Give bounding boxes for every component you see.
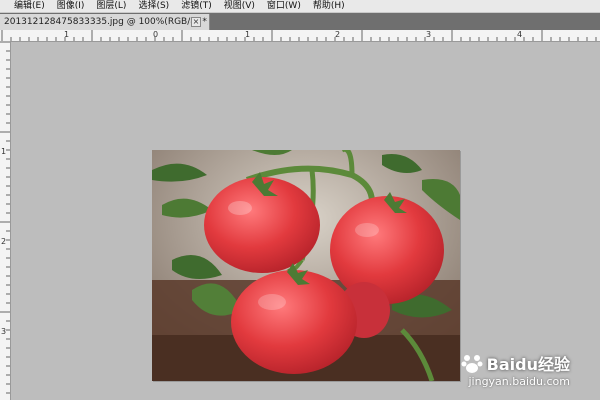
ruler-top-label: 1 [245, 30, 251, 39]
ruler-top-label: 3 [426, 30, 432, 39]
ruler-left-label: 3 [1, 327, 7, 336]
ruler-top-label: 1 [64, 30, 70, 39]
document-tab-title: 201312128475833335.jpg @ 100%(RGB/8) * [4, 17, 207, 27]
ruler-top-ticks [1, 30, 597, 41]
tomato-photo[interactable] [152, 150, 460, 381]
ruler-top-label: 0 [153, 30, 159, 39]
baidu-url: jingyan.baidu.com [468, 375, 570, 388]
menu-image[interactable]: 图像(I) [51, 0, 91, 12]
ruler-left-label: 2 [1, 237, 7, 246]
menu-window[interactable]: 窗口(W) [261, 0, 307, 12]
baidu-paw-icon [461, 355, 483, 373]
menu-help[interactable]: 帮助(H) [307, 0, 351, 12]
ruler-left-ticks [0, 41, 10, 394]
ruler-left[interactable]: 1 2 3 [0, 41, 11, 400]
ruler-top-label: 4 [517, 30, 523, 39]
menu-filter[interactable]: 滤镜(T) [175, 0, 218, 12]
document-tab[interactable]: 201312128475833335.jpg @ 100%(RGB/8) * × [0, 14, 210, 30]
close-icon[interactable]: × [191, 17, 201, 27]
menu-view[interactable]: 视图(V) [218, 0, 261, 12]
document-tab-bar: 201312128475833335.jpg @ 100%(RGB/8) * × [0, 13, 600, 30]
ruler-left-label: 1 [1, 147, 7, 156]
baidu-logo: Baidu经验 [461, 351, 570, 375]
ruler-top[interactable]: 1 0 1 2 3 4 [0, 30, 600, 42]
baidu-logo-text: Baidu经验 [486, 355, 570, 374]
baidu-watermark: Baidu经验 jingyan.baidu.com [461, 351, 570, 388]
menu-edit[interactable]: 编辑(E) [0, 0, 51, 12]
menu-select[interactable]: 选择(S) [132, 0, 175, 12]
ruler-top-label: 2 [335, 30, 341, 39]
menu-layer[interactable]: 图层(L) [90, 0, 132, 12]
menu-bar: 编辑(E) 图像(I) 图层(L) 选择(S) 滤镜(T) 视图(V) 窗口(W… [0, 0, 600, 13]
